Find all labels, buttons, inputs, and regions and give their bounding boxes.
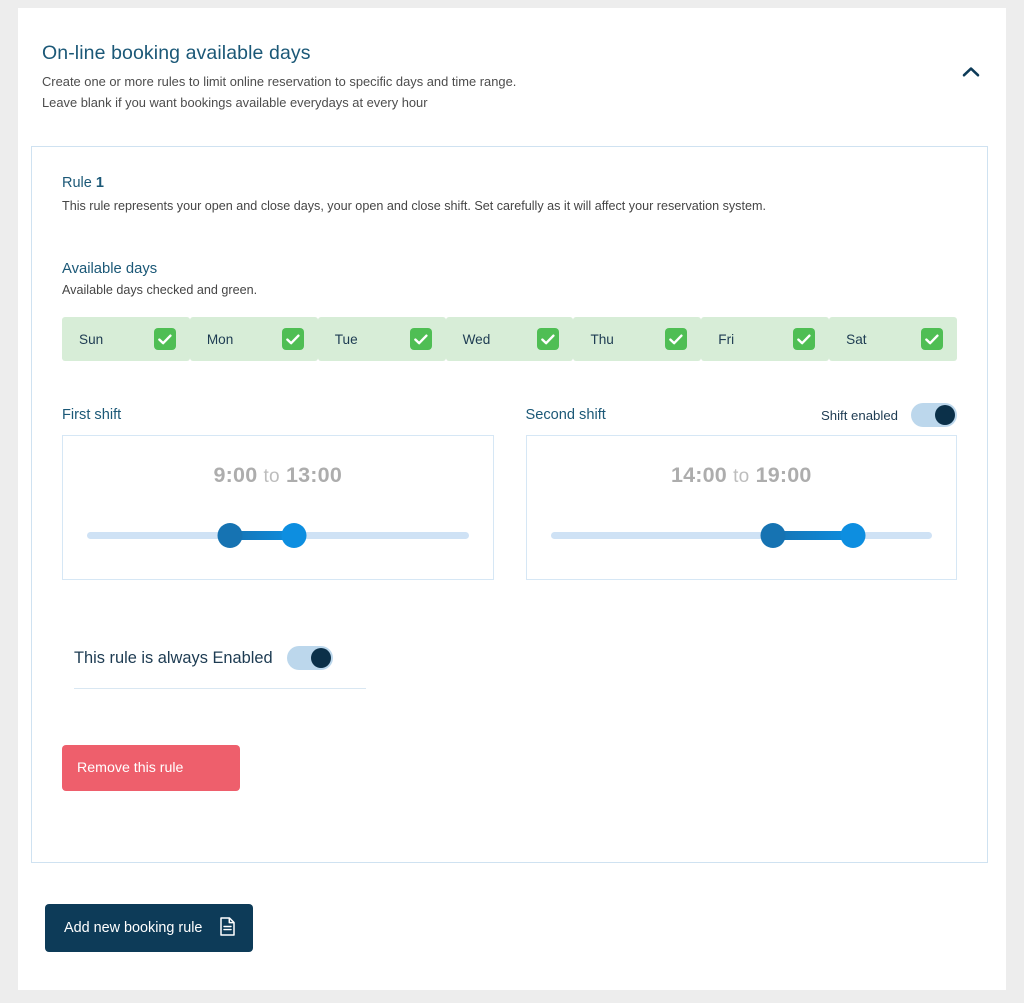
checkbox-checked-icon[interactable] xyxy=(282,328,304,350)
page-title: On-line booking available days xyxy=(42,42,966,65)
page-background: On-line booking available days Create on… xyxy=(0,0,1024,1003)
shift-enabled-label: Shift enabled xyxy=(821,408,898,423)
day-chip-tue[interactable]: Tue xyxy=(318,317,446,361)
second-shift-separator: to xyxy=(733,466,749,487)
shifts-section: First shift 9:00 to 13:00 xyxy=(62,407,957,580)
day-chip-mon[interactable]: Mon xyxy=(190,317,318,361)
slider-handle-start[interactable] xyxy=(218,523,243,548)
booking-settings-card: On-line booking available days Create on… xyxy=(18,8,1006,990)
checkbox-checked-icon[interactable] xyxy=(410,328,432,350)
available-days-heading: Available days xyxy=(62,261,957,277)
day-label: Sun xyxy=(79,332,103,347)
slider-handle-end[interactable] xyxy=(840,523,865,548)
day-chip-thu[interactable]: Thu xyxy=(573,317,701,361)
day-chip-sat[interactable]: Sat xyxy=(829,317,957,361)
first-shift-column: First shift 9:00 to 13:00 xyxy=(62,407,494,580)
toggle-knob xyxy=(311,648,331,668)
checkbox-checked-icon[interactable] xyxy=(921,328,943,350)
panel-subtitle-line-1: Create one or more rules to limit online… xyxy=(42,71,966,92)
collapse-panel-button[interactable] xyxy=(956,60,986,84)
shift-enabled-control: Shift enabled xyxy=(821,403,957,427)
document-icon xyxy=(220,917,235,940)
day-chip-wed[interactable]: Wed xyxy=(446,317,574,361)
first-shift-range-slider[interactable] xyxy=(87,520,469,550)
rule-enabled-control: This rule is always Enabled xyxy=(74,646,366,689)
day-chip-sun[interactable]: Sun xyxy=(62,317,190,361)
rule-enabled-toggle[interactable] xyxy=(287,646,333,670)
toggle-knob xyxy=(935,405,955,425)
remove-rule-button[interactable]: Remove this rule xyxy=(62,745,240,791)
rule-title-prefix: Rule xyxy=(62,175,96,191)
first-shift-time-display: 9:00 to 13:00 xyxy=(63,436,493,488)
available-days-description: Available days checked and green. xyxy=(62,283,957,297)
chevron-up-icon xyxy=(962,66,980,78)
day-label: Fri xyxy=(718,332,734,347)
second-shift-time-display: 14:00 to 19:00 xyxy=(527,436,957,488)
rule-description: This rule represents your open and close… xyxy=(62,197,957,215)
panel-subtitle-line-2: Leave blank if you want bookings availab… xyxy=(42,92,966,113)
day-chip-fri[interactable]: Fri xyxy=(701,317,829,361)
day-label: Mon xyxy=(207,332,233,347)
rule-enabled-label: This rule is always Enabled xyxy=(74,649,273,668)
rule-number: 1 xyxy=(96,175,104,191)
second-shift-end-time: 19:00 xyxy=(756,463,812,487)
first-shift-box: 9:00 to 13:00 xyxy=(62,435,494,580)
add-booking-rule-button[interactable]: Add new booking rule xyxy=(45,904,253,952)
slider-rail xyxy=(551,532,933,539)
available-days-list: Sun Mon Tue xyxy=(62,317,957,361)
first-shift-start-time: 9:00 xyxy=(214,463,258,487)
panel-header: On-line booking available days Create on… xyxy=(18,8,1006,113)
rule-title: Rule 1 xyxy=(62,175,957,191)
first-shift-end-time: 13:00 xyxy=(286,463,342,487)
shift-enabled-toggle[interactable] xyxy=(911,403,957,427)
checkbox-checked-icon[interactable] xyxy=(793,328,815,350)
day-label: Tue xyxy=(335,332,358,347)
second-shift-box: 14:00 to 19:00 xyxy=(526,435,958,580)
second-shift-start-time: 14:00 xyxy=(671,463,727,487)
slider-handle-start[interactable] xyxy=(761,523,786,548)
checkbox-checked-icon[interactable] xyxy=(665,328,687,350)
checkbox-checked-icon[interactable] xyxy=(154,328,176,350)
slider-handle-end[interactable] xyxy=(281,523,306,548)
second-shift-column: Second shift 14:00 to 19:00 xyxy=(526,407,958,580)
day-label: Thu xyxy=(590,332,613,347)
day-label: Wed xyxy=(463,332,491,347)
rule-card: Rule 1 This rule represents your open an… xyxy=(31,146,988,863)
first-shift-separator: to xyxy=(264,466,280,487)
second-shift-range-slider[interactable] xyxy=(551,520,933,550)
day-label: Sat xyxy=(846,332,866,347)
checkbox-checked-icon[interactable] xyxy=(537,328,559,350)
first-shift-heading: First shift xyxy=(62,407,494,423)
add-booking-rule-label: Add new booking rule xyxy=(64,920,202,936)
